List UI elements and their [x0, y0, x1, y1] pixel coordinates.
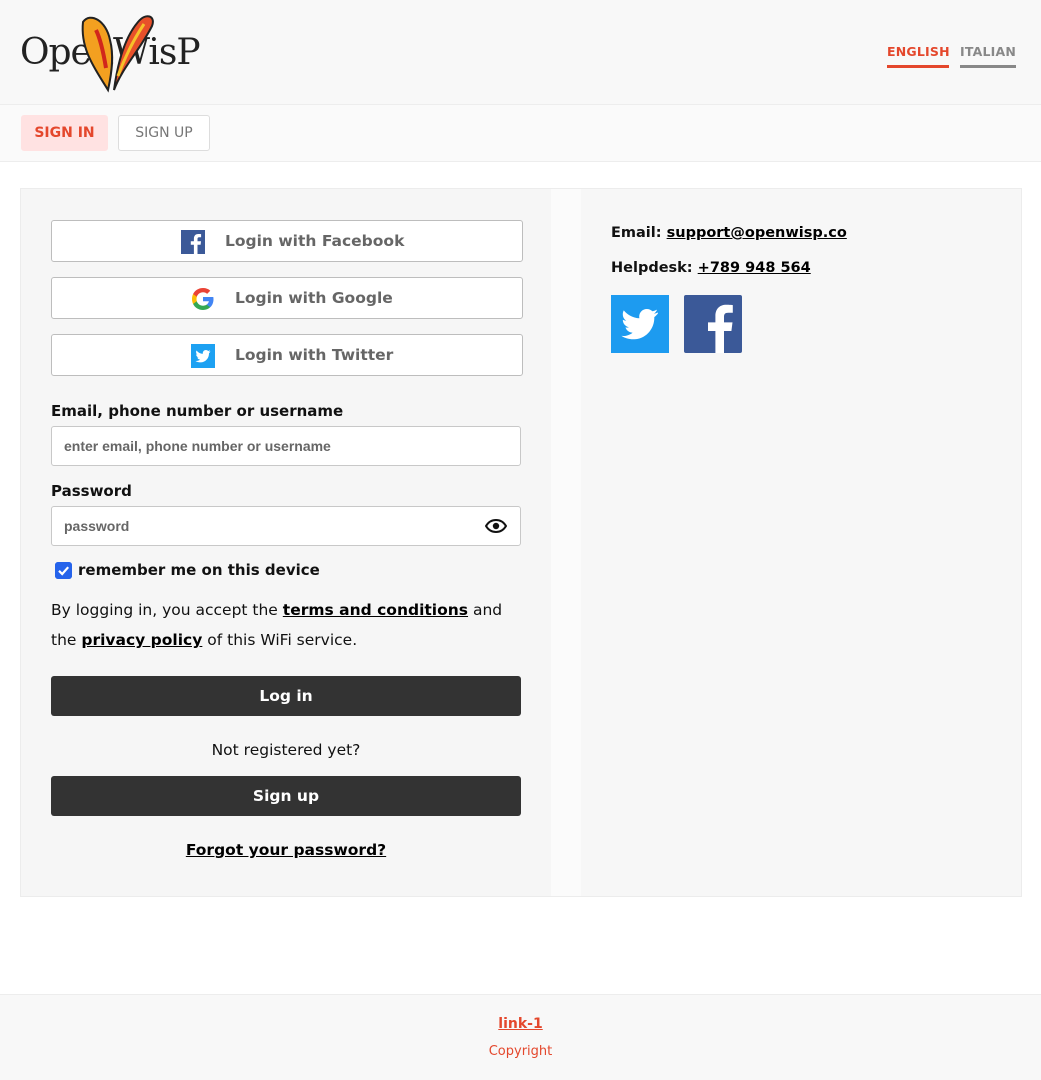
contact-panel: Email: support@openwisp.co Helpdesk: +78… — [581, 189, 1021, 896]
forgot-password-link[interactable]: Forgot your password? — [51, 841, 521, 859]
login-button[interactable]: Log in — [51, 676, 521, 716]
email-label: Email: — [611, 225, 662, 241]
signup-button[interactable]: Sign up — [51, 776, 521, 816]
butterfly-icon — [81, 15, 154, 93]
twitter-icon[interactable] — [611, 295, 669, 353]
facebook-icon[interactable] — [684, 295, 742, 353]
terms-suffix: of this WiFi service. — [207, 631, 358, 649]
terms-prefix: By logging in, you accept the — [51, 601, 278, 619]
helpdesk-label: Helpdesk: — [611, 260, 693, 276]
password-input[interactable] — [51, 506, 521, 546]
contact-helpdesk: Helpdesk: +789 948 564 — [611, 260, 811, 276]
google-login-label: Login with Google — [235, 289, 393, 307]
privacy-policy-link[interactable]: privacy policy — [81, 631, 202, 649]
remember-me-checkbox[interactable] — [55, 562, 72, 579]
not-registered-text: Not registered yet? — [211, 741, 361, 759]
twitter-login-button[interactable]: Login with Twitter — [51, 334, 523, 376]
login-form-panel: Login with Facebook Login with Google Lo… — [21, 189, 551, 896]
google-icon — [192, 288, 214, 310]
support-email-link[interactable]: support@openwisp.co — [667, 225, 847, 241]
terms-notice: By logging in, you accept the terms and … — [51, 595, 521, 655]
auth-tabs: SIGN IN SIGN UP — [0, 105, 1041, 162]
twitter-login-label: Login with Twitter — [235, 346, 394, 364]
username-label: Email, phone number or username — [51, 402, 344, 420]
username-input[interactable] — [51, 426, 521, 466]
helpdesk-phone-link[interactable]: +789 948 564 — [698, 260, 811, 276]
facebook-login-label: Login with Facebook — [225, 232, 405, 250]
tab-sign-in[interactable]: SIGN IN — [21, 115, 108, 151]
panel-divider — [551, 189, 581, 896]
facebook-icon — [181, 230, 205, 254]
contact-email: Email: support@openwisp.co — [611, 225, 847, 241]
eye-icon[interactable] — [485, 519, 507, 533]
password-label: Password — [51, 482, 132, 500]
openwisp-logo[interactable]: OpenWisP — [20, 10, 201, 96]
footer: link-1 Copyright — [0, 994, 1041, 1080]
tab-sign-up[interactable]: SIGN UP — [118, 115, 210, 151]
footer-copyright: Copyright — [488, 1044, 553, 1059]
google-login-button[interactable]: Login with Google — [51, 277, 523, 319]
remember-me-label[interactable]: remember me on this device — [78, 561, 320, 579]
header: OpenWisP ENGLISH ITALIAN — [0, 0, 1041, 105]
language-english[interactable]: ENGLISH — [887, 44, 950, 68]
terms-link[interactable]: terms and conditions — [283, 601, 468, 619]
twitter-icon — [191, 344, 215, 368]
language-italian[interactable]: ITALIAN — [960, 44, 1016, 68]
facebook-login-button[interactable]: Login with Facebook — [51, 220, 523, 262]
footer-link-1[interactable]: link-1 — [0, 1016, 1041, 1032]
login-card: Login with Facebook Login with Google Lo… — [20, 188, 1022, 897]
